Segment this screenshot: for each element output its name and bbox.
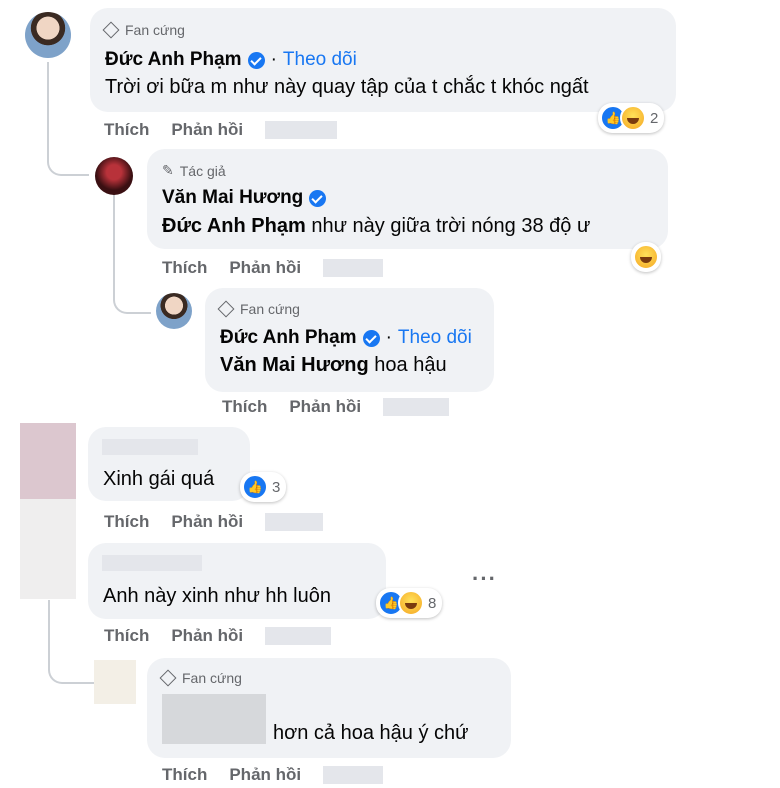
author-name[interactable]: Đức Anh Phạm bbox=[105, 49, 242, 71]
timestamp-redacted bbox=[323, 766, 384, 784]
pencil-icon: ✎ bbox=[162, 162, 174, 178]
haha-reaction-icon bbox=[398, 590, 424, 616]
reaction-count: 3 bbox=[272, 478, 281, 496]
follow-button[interactable]: Theo dõi bbox=[283, 49, 357, 71]
haha-reaction-icon bbox=[633, 244, 659, 270]
comment-actions: Thích Phản hồi bbox=[162, 258, 384, 278]
reply-button[interactable]: Phản hồi bbox=[171, 120, 243, 140]
timestamp-redacted bbox=[383, 398, 450, 416]
comment-bubble: Fan cứng hơn cả hoa hậu ý chứ bbox=[147, 658, 511, 758]
like-button[interactable]: Thích bbox=[104, 512, 149, 532]
comment-actions: Thích Phản hồi bbox=[104, 626, 332, 646]
timestamp-redacted bbox=[265, 627, 332, 645]
reaction-summary[interactable]: 👍 8 bbox=[376, 588, 443, 618]
comment-author: Đức Anh Phạm · Theo dõi bbox=[220, 327, 472, 349]
comment-actions: Thích Phản hồi bbox=[104, 120, 338, 140]
avatar-redacted bbox=[94, 660, 136, 704]
like-button[interactable]: Thích bbox=[104, 120, 149, 140]
timestamp-redacted bbox=[265, 121, 338, 139]
avatar-redacted bbox=[20, 499, 76, 599]
comment-bubble: ✎ Tác giả Văn Mai Hương Đức Anh Phạm như… bbox=[147, 149, 668, 249]
like-button[interactable]: Thích bbox=[162, 765, 207, 785]
author-name-redacted bbox=[102, 555, 202, 571]
verified-icon bbox=[309, 189, 327, 207]
badge-label: Fan cứng bbox=[240, 301, 300, 317]
author-badge: ✎ Tác giả bbox=[162, 162, 226, 179]
reaction-summary[interactable]: 👍 3 bbox=[240, 472, 287, 502]
comment-author: Văn Mai Hương bbox=[162, 187, 327, 209]
mention-link[interactable]: Đức Anh Phạm bbox=[162, 215, 306, 237]
mention-link[interactable]: Văn Mai Hương bbox=[220, 354, 369, 376]
comment-bubble: Anh này xinh như hh luôn bbox=[88, 543, 386, 619]
comment-text: Xinh gái quá bbox=[103, 468, 215, 490]
avatar[interactable] bbox=[25, 12, 71, 58]
author-name[interactable]: Đức Anh Phạm bbox=[220, 327, 357, 349]
thread-line-3 bbox=[48, 600, 94, 684]
avatar-redacted bbox=[20, 423, 76, 499]
comment-text: Anh này xinh như hh luôn bbox=[103, 585, 331, 607]
comment-bubble: Fan cứng Đức Anh Phạm · Theo dõi Trời ơi… bbox=[90, 8, 676, 112]
comment-text: Trời ơi bữa m như này quay tập của t chắ… bbox=[105, 76, 589, 98]
haha-reaction-icon bbox=[620, 105, 646, 131]
like-button[interactable]: Thích bbox=[162, 258, 207, 278]
author-name-redacted bbox=[162, 694, 266, 744]
avatar[interactable] bbox=[95, 157, 133, 195]
like-reaction-icon: 👍 bbox=[242, 474, 268, 500]
author-name[interactable]: Văn Mai Hương bbox=[162, 187, 303, 209]
diamond-icon bbox=[102, 21, 120, 39]
comment-author: Đức Anh Phạm · Theo dõi bbox=[105, 49, 357, 71]
badge-label: Fan cứng bbox=[125, 22, 185, 38]
fan-badge: Fan cứng bbox=[217, 300, 300, 318]
comment-actions: Thích Phản hồi bbox=[162, 765, 384, 785]
diamond-icon bbox=[159, 669, 177, 687]
separator-dot: · bbox=[385, 327, 392, 348]
reply-button[interactable]: Phản hồi bbox=[289, 397, 361, 417]
badge-label: Fan cứng bbox=[182, 670, 242, 686]
comment-body: hoa hậu bbox=[368, 354, 447, 376]
verified-icon bbox=[362, 329, 380, 347]
follow-button[interactable]: Theo dõi bbox=[398, 327, 472, 349]
comment-text: Đức Anh Phạm như này giữa trời nóng 38 đ… bbox=[162, 215, 590, 238]
comment-actions: Thích Phản hồi bbox=[222, 397, 450, 417]
separator-dot: · bbox=[270, 49, 277, 70]
thread-line-2 bbox=[113, 194, 151, 314]
comment-actions: Thích Phản hồi bbox=[104, 512, 324, 532]
thread-line-1 bbox=[47, 62, 89, 176]
fan-badge: Fan cứng bbox=[102, 21, 185, 39]
fan-badge: Fan cứng bbox=[159, 669, 242, 687]
author-name-redacted bbox=[102, 439, 198, 455]
reaction-summary[interactable] bbox=[631, 242, 661, 272]
more-options-icon[interactable]: ··· bbox=[472, 566, 497, 592]
reaction-count: 8 bbox=[428, 594, 437, 612]
badge-label: Tác giả bbox=[179, 162, 226, 179]
comment-text: Văn Mai Hương hoa hậu bbox=[220, 354, 447, 377]
diamond-icon bbox=[217, 300, 235, 318]
reply-button[interactable]: Phản hồi bbox=[229, 258, 301, 278]
reaction-summary[interactable]: 👍 2 bbox=[598, 103, 665, 133]
reply-button[interactable]: Phản hồi bbox=[229, 765, 301, 785]
comment-bubble: Fan cứng Đức Anh Phạm · Theo dõi Văn Mai… bbox=[205, 288, 494, 392]
comment-bubble: Xinh gái quá bbox=[88, 427, 250, 501]
reply-button[interactable]: Phản hồi bbox=[171, 626, 243, 646]
avatar[interactable] bbox=[156, 293, 192, 329]
reply-button[interactable]: Phản hồi bbox=[171, 512, 243, 532]
like-button[interactable]: Thích bbox=[104, 626, 149, 646]
reaction-count: 2 bbox=[650, 109, 659, 127]
like-button[interactable]: Thích bbox=[222, 397, 267, 417]
comment-text: hơn cả hoa hậu ý chứ bbox=[273, 722, 469, 744]
timestamp-redacted bbox=[265, 513, 324, 531]
timestamp-redacted bbox=[323, 259, 384, 277]
verified-icon bbox=[247, 51, 265, 69]
comment-body: như này giữa trời nóng 38 độ ư bbox=[305, 215, 591, 237]
